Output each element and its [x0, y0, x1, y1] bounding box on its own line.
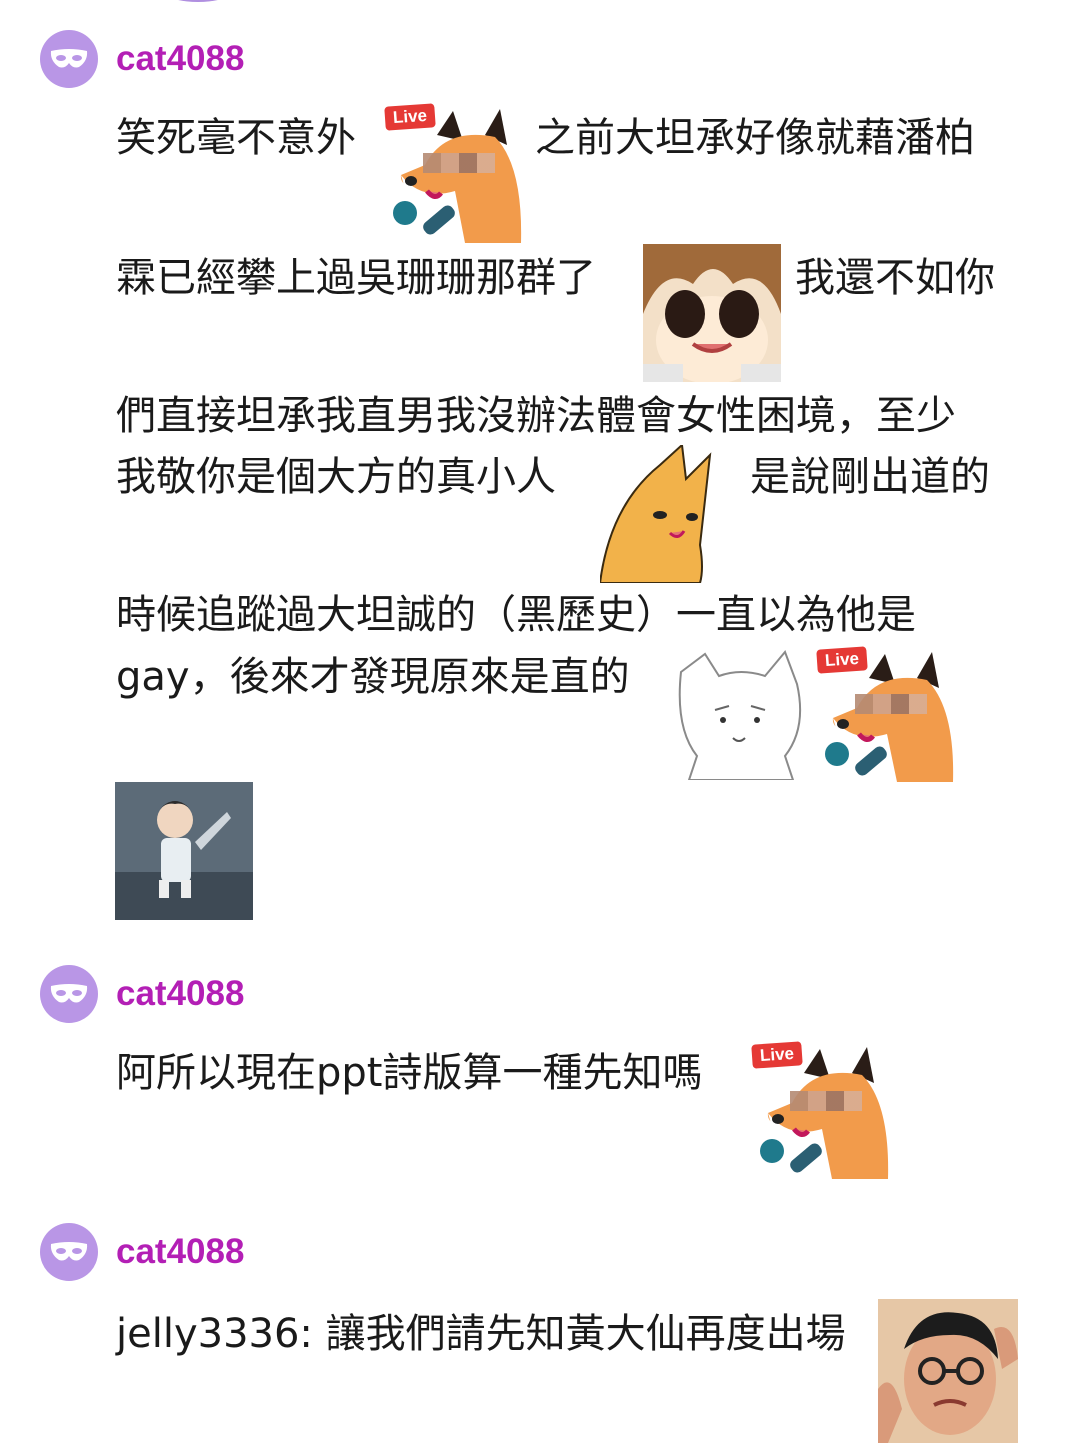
- white-cat-icon: [678, 650, 802, 781]
- figurine-photo-sticker[interactable]: [115, 782, 253, 920]
- comment-header: cat4088: [40, 965, 244, 1023]
- mask-icon: [50, 984, 88, 1003]
- man-with-glasses-sticker[interactable]: [878, 1299, 1018, 1443]
- live-badge: Live: [384, 103, 436, 131]
- username-link[interactable]: cat4088: [116, 974, 244, 1014]
- blur-censor: [790, 1091, 862, 1111]
- fox-live-sticker[interactable]: Live: [384, 103, 525, 243]
- man-photo-icon: [878, 1299, 1018, 1443]
- comment-text: 們直接坦承我直男我沒辦法體會女性困境，至少: [116, 393, 956, 439]
- comment-text: 笑死毫不意外: [116, 115, 356, 161]
- mask-icon: [50, 1242, 88, 1261]
- comment-header: cat4088: [40, 30, 244, 88]
- comment-text: gay，後來才發現原來是直的: [116, 654, 630, 700]
- comment-text: 我敬你是個大方的真小人: [116, 454, 556, 500]
- figurine-photo-icon: [115, 782, 253, 920]
- fox-live-sticker[interactable]: Live: [816, 646, 957, 782]
- mask-icon: [50, 49, 88, 68]
- anonymous-mask-avatar[interactable]: [40, 1223, 98, 1281]
- username-link[interactable]: cat4088: [116, 1232, 244, 1272]
- comment-item: cat4088 jelly3336: 讓我們請先知黃大仙再度出場: [0, 1223, 1080, 1443]
- comment-text: jelly3336: 讓我們請先知黃大仙再度出場: [116, 1311, 846, 1357]
- comment-item: cat4088 阿所以現在ppt詩版算一種先知嗎 Live: [0, 965, 1080, 1185]
- comment-text: 時候追蹤過大坦誠的（黑歷史）一直以為他是: [116, 592, 916, 638]
- yellow-fox-icon: [598, 442, 712, 584]
- anonymous-mask-avatar[interactable]: [40, 30, 98, 88]
- username-link[interactable]: cat4088: [116, 39, 244, 79]
- live-badge: Live: [751, 1041, 803, 1069]
- comment-text: 阿所以現在ppt詩版算一種先知嗎: [116, 1050, 703, 1096]
- anonymous-mask-avatar[interactable]: [40, 965, 98, 1023]
- anime-face-icon: [643, 244, 781, 384]
- comment-text: 我還不如你: [795, 255, 995, 301]
- comment-text: 霖已經攀上過吳珊珊那群了: [116, 255, 596, 301]
- comment-text: 之前大坦承好像就藉潘柏: [535, 115, 975, 161]
- comment-text: 是說剛出道的: [750, 454, 990, 500]
- comment-header: cat4088: [40, 1223, 244, 1281]
- fox-live-sticker[interactable]: Live: [751, 1041, 892, 1179]
- anime-girl-sticker[interactable]: [643, 244, 781, 384]
- blur-censor: [423, 153, 495, 173]
- previous-item-edge: [168, 0, 228, 2]
- white-cat-sticker[interactable]: [675, 648, 807, 781]
- blur-censor: [855, 694, 927, 714]
- live-badge: Live: [816, 646, 868, 674]
- comment-item: cat4088 笑死毫不意外 之前大坦承好像就藉潘柏 霖已經攀上過吳珊珊那群了 …: [0, 30, 1080, 930]
- yellow-fox-sticker[interactable]: [598, 442, 720, 584]
